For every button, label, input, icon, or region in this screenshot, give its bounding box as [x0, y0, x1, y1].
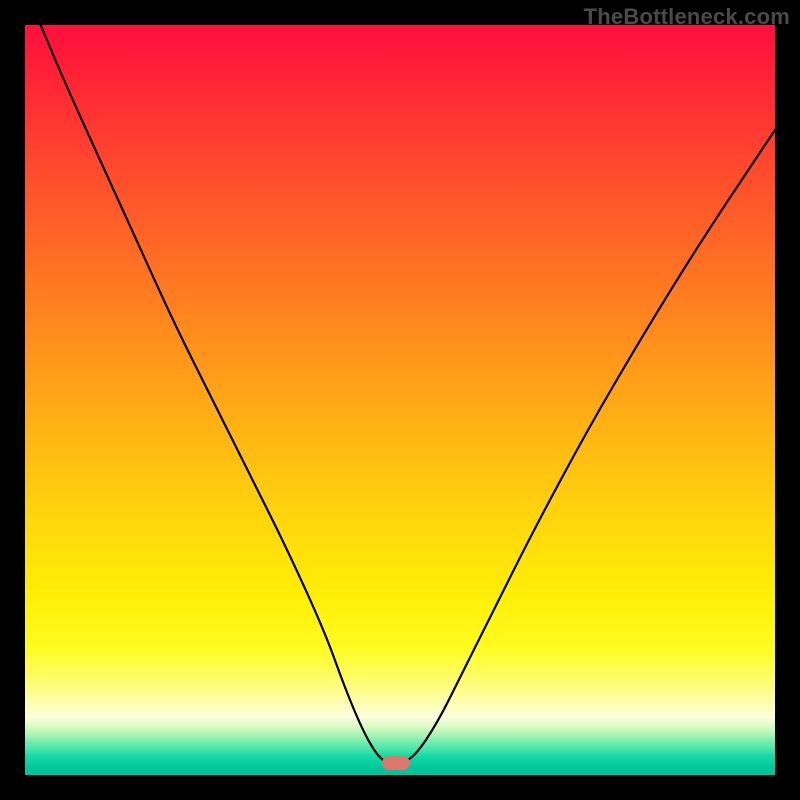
curve-layer	[25, 25, 775, 775]
chart-frame: TheBottleneck.com	[0, 0, 800, 800]
watermark-text: TheBottleneck.com	[584, 4, 790, 30]
bottleneck-curve	[25, 25, 775, 764]
optimal-point-marker	[382, 756, 410, 770]
plot-area	[25, 25, 775, 775]
